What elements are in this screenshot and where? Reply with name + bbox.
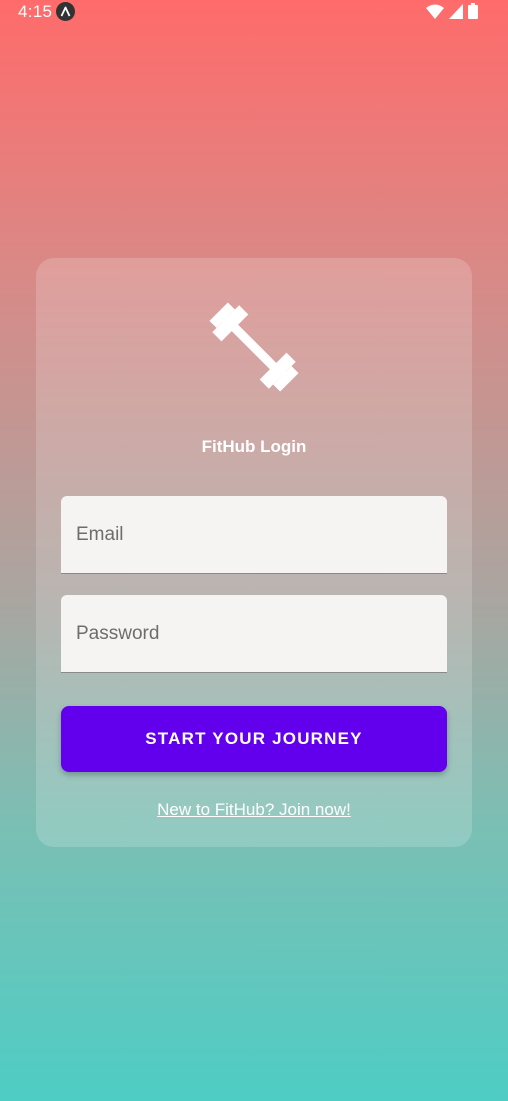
status-bar: 4:15	[0, 0, 508, 24]
status-icons	[426, 3, 478, 24]
start-journey-button[interactable]: START YOUR JOURNEY	[61, 706, 447, 772]
email-input[interactable]	[61, 496, 447, 573]
login-title: FitHub Login	[201, 437, 307, 456]
battery-icon	[468, 3, 478, 24]
app-status-icon	[56, 2, 75, 21]
password-input[interactable]	[61, 595, 447, 672]
status-time: 4:15	[18, 2, 53, 21]
join-now-link[interactable]: New to FitHub? Join now!	[0, 800, 508, 820]
email-field[interactable]	[61, 496, 447, 574]
password-field[interactable]	[61, 595, 447, 673]
barbell-icon	[200, 293, 308, 401]
signal-icon	[449, 3, 463, 24]
wifi-icon	[426, 4, 444, 24]
